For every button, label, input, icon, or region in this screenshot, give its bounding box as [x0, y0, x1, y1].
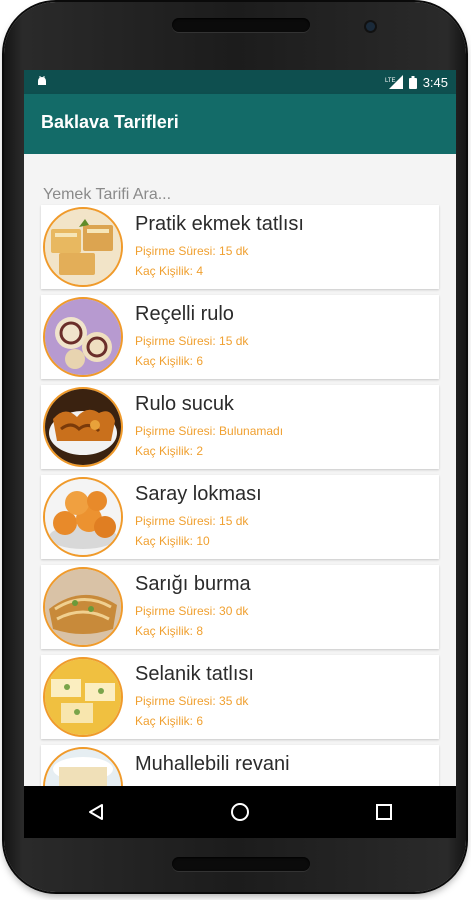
recipe-cook-time: Pişirme Süresi: Bulunamadı — [135, 424, 284, 438]
svg-text:LTE: LTE — [385, 78, 396, 84]
front-camera — [366, 22, 375, 31]
recipe-cook-time: Pişirme Süresi: 15 dk — [135, 334, 249, 348]
recipe-thumbnail — [43, 657, 123, 737]
home-circle-icon — [231, 803, 249, 821]
app-bar: Baklava Tarifleri — [24, 94, 456, 154]
recipe-title: Sarığı burma — [135, 573, 251, 595]
recents-square-icon — [376, 804, 392, 820]
status-time: 3:45 — [422, 74, 448, 90]
phone-frame: LTE 3:45 Baklava Tarifleri Yemek Tarifi … — [4, 2, 466, 892]
recipe-card[interactable]: Saray lokması Pişirme Süresi: 15 dk Kaç … — [41, 475, 439, 559]
status-bar: LTE 3:45 — [24, 70, 456, 94]
recipe-title: Muhallebili revani — [135, 753, 290, 775]
recipe-cook-time: Pişirme Süresi: 30 dk — [135, 604, 249, 618]
recipe-title: Reçelli rulo — [135, 303, 234, 325]
recipe-servings: Kaç Kişilik: 4 — [135, 264, 204, 278]
recipe-thumbnail — [43, 567, 123, 647]
recipe-card[interactable]: Selanik tatlısı Pişirme Süresi: 35 dk Ka… — [41, 655, 439, 739]
recipe-servings: Kaç Kişilik: 6 — [135, 714, 204, 728]
recipe-title: Selanik tatlısı — [135, 663, 254, 685]
navigation-bar — [24, 786, 456, 838]
recents-button[interactable] — [364, 792, 404, 832]
recipe-cook-time: Pişirme Süresi: 35 dk — [135, 694, 249, 708]
recipe-title: Rulo sucuk — [135, 393, 234, 415]
lte-signal-icon: LTE — [385, 75, 403, 89]
recipe-servings: Kaç Kişilik: 10 — [135, 534, 210, 548]
recipe-thumbnail — [43, 387, 123, 467]
recipe-thumbnail — [43, 207, 123, 287]
recipe-card[interactable]: Pratik ekmek tatlısı Pişirme Süresi: 15 … — [41, 205, 439, 289]
earpiece-speaker — [172, 18, 310, 32]
app-title: Baklava Tarifleri — [41, 112, 179, 132]
android-notification-icon — [38, 76, 46, 85]
recipe-servings: Kaç Kişilik: 8 — [135, 624, 204, 638]
recipe-card[interactable]: Sarığı burma Pişirme Süresi: 30 dk Kaç K… — [41, 565, 439, 649]
recipe-cook-time: Pişirme Süresi: 15 dk — [135, 514, 249, 528]
recipe-servings: Kaç Kişilik: 2 — [135, 444, 204, 458]
recipe-thumbnail — [43, 297, 123, 377]
battery-icon — [408, 75, 417, 89]
recipe-cook-time: Pişirme Süresi: 15 dk — [135, 244, 249, 258]
screen: LTE 3:45 Baklava Tarifleri Yemek Tarifi … — [24, 70, 456, 838]
recipe-card[interactable]: Reçelli rulo Pişirme Süresi: 15 dk Kaç K… — [41, 295, 439, 379]
recipe-thumbnail — [43, 477, 123, 557]
recipe-title: Saray lokması — [135, 483, 262, 505]
recipe-content: Pratik ekmek tatlısı Pişirme Süresi: 15 … — [24, 154, 456, 786]
bottom-speaker — [172, 857, 310, 871]
back-triangle-icon — [89, 804, 103, 820]
recipe-servings: Kaç Kişilik: 6 — [135, 354, 204, 368]
back-button[interactable] — [76, 792, 116, 832]
recipe-card[interactable]: Muhallebili revani — [41, 745, 439, 786]
recipe-card[interactable]: Rulo sucuk Pişirme Süresi: Bulunamadı Ka… — [41, 385, 439, 469]
recipe-thumbnail — [43, 747, 123, 786]
recipe-title: Pratik ekmek tatlısı — [135, 213, 304, 235]
home-button[interactable] — [220, 792, 260, 832]
